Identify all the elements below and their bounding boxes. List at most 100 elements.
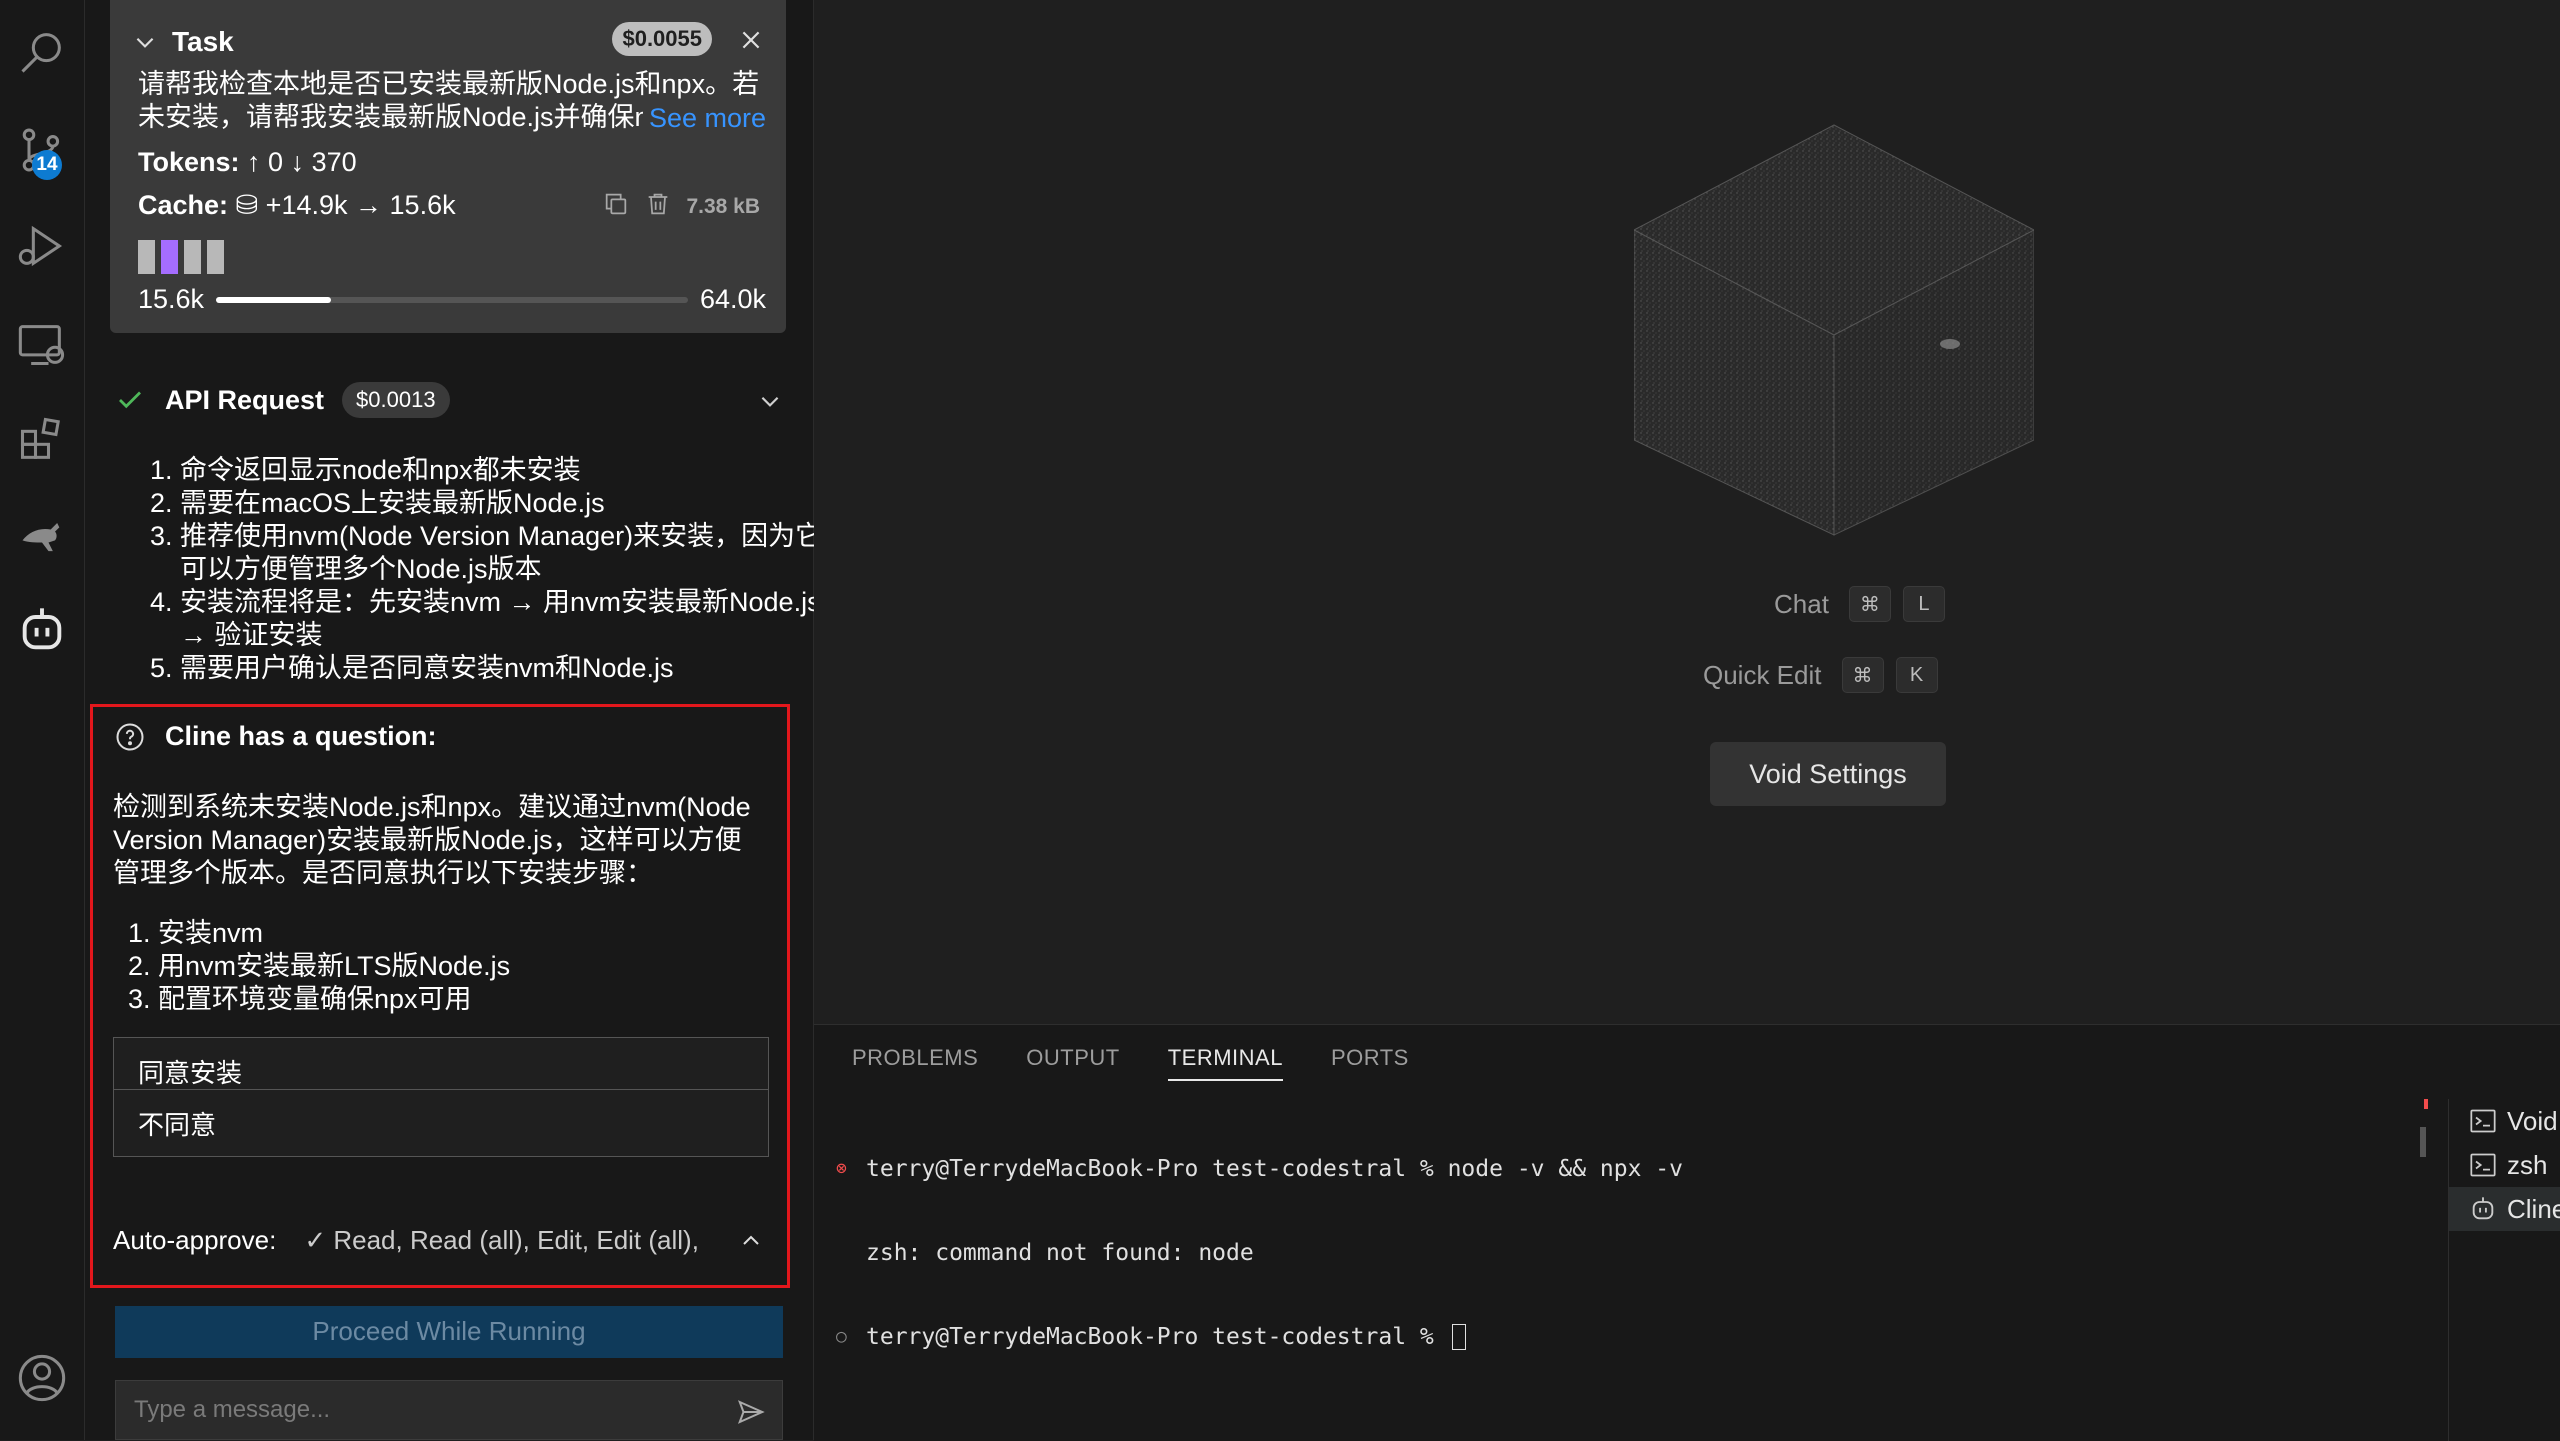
command-key-icon: ⌘ bbox=[1841, 657, 1884, 693]
context-block bbox=[207, 240, 224, 274]
cline-sidebar: Task $0.0055 请帮我检查本地是否已安装最新版Node.js和npx。… bbox=[85, 0, 822, 1440]
close-icon[interactable] bbox=[738, 24, 764, 61]
context-blocks bbox=[138, 240, 224, 274]
api-request-title: API Request bbox=[165, 384, 325, 415]
tokens-row: Tokens: ↑ 0 ↓ 370 bbox=[138, 147, 357, 178]
context-block bbox=[184, 240, 201, 274]
send-icon[interactable] bbox=[736, 1397, 766, 1434]
api-request-header[interactable]: API Request $0.0013 bbox=[115, 380, 783, 420]
terminal-scrollbar[interactable] bbox=[2418, 1099, 2428, 1439]
list-item: 配置环境变量确保npx可用 bbox=[158, 983, 798, 1016]
api-request-cost: $0.0013 bbox=[342, 382, 450, 418]
list-item: 安装流程将是：先安装nvm → 用nvm安装最新Node.js → 验证安装 bbox=[180, 586, 840, 652]
auto-approve-label: Auto-approve: bbox=[113, 1225, 277, 1255]
arrow-up-icon: ↑ bbox=[247, 147, 269, 177]
source-control-badge: 14 bbox=[32, 150, 62, 180]
disagree-option-button[interactable]: 不同意 bbox=[113, 1089, 769, 1157]
editor-welcome: Chat ⌘ L Quick Edit ⌘ K Void Settings bbox=[814, 0, 2560, 1024]
list-item: 需要用户确认是否同意安装nvm和Node.js bbox=[180, 652, 840, 685]
api-request-steps: 命令返回显示node和npx都未安装 需要在macOS上安装最新版Node.js… bbox=[115, 454, 840, 685]
activity-bar: 14 bbox=[0, 0, 85, 1440]
message-placeholder: Type a message... bbox=[134, 1396, 331, 1423]
terminal-item-label: zsh bbox=[2507, 1149, 2548, 1180]
context-block bbox=[161, 240, 178, 274]
task-header[interactable]: Task $0.0055 bbox=[132, 22, 764, 62]
terminal-item-label: Cline bbox=[2507, 1193, 2560, 1224]
quick-edit-shortcut: Quick Edit ⌘ K bbox=[1703, 657, 1938, 693]
list-item: 用nvm安装最新LTS版Node.js bbox=[158, 950, 798, 983]
chevron-down-icon[interactable] bbox=[757, 388, 783, 419]
task-size: 7.38 kB bbox=[686, 195, 760, 218]
terminal-item-zsh[interactable]: zsh bbox=[2449, 1143, 2560, 1187]
circle-icon: ○ bbox=[836, 1326, 847, 1347]
quick-edit-label: Quick Edit bbox=[1703, 659, 1822, 690]
trash-icon[interactable] bbox=[644, 190, 672, 224]
error-circle-icon: ⊗ bbox=[836, 1158, 847, 1179]
list-item: 需要在macOS上安装最新版Node.js bbox=[180, 487, 840, 520]
chevron-down-icon[interactable] bbox=[132, 29, 158, 55]
task-cost-badge: $0.0055 bbox=[612, 22, 712, 56]
bottom-panel: PROBLEMS OUTPUT TERMINAL PORTS ⊗ terry@Te… bbox=[814, 1024, 2560, 1441]
key-k: K bbox=[1895, 657, 1938, 693]
terminal-list: Void zsh Cline bbox=[2448, 1099, 2560, 1441]
question-body: 检测到系统未安装Node.js和npx。建议通过nvm(Node Version… bbox=[113, 792, 751, 888]
context-used: 15.6k bbox=[138, 284, 205, 314]
void-logo-cube bbox=[1634, 124, 2034, 536]
kangaroo-icon[interactable] bbox=[10, 504, 74, 568]
proceed-while-running-button[interactable]: Proceed While Running bbox=[115, 1306, 783, 1358]
terminal-line-text: zsh: command not found: node bbox=[866, 1240, 1254, 1266]
terminal-line-text: terry@TerrydeMacBook-Pro test-codestral … bbox=[866, 1156, 1683, 1182]
cache-label: Cache: bbox=[138, 190, 229, 220]
terminal-line: ○ terry@TerrydeMacBook-Pro test-codestral… bbox=[836, 1323, 1683, 1351]
context-window-row: 15.6k 64.0k bbox=[138, 284, 766, 315]
tab-terminal[interactable]: TERMINAL bbox=[1167, 1045, 1283, 1081]
tokens-out: 370 bbox=[311, 147, 357, 177]
question-panel: Cline has a question: 检测到系统未安装Node.js和np… bbox=[90, 704, 790, 1288]
auto-approve-row[interactable]: Auto-approve: ✓ Read, Read (all), Edit, … bbox=[113, 1225, 763, 1256]
void-settings-button[interactable]: Void Settings bbox=[1710, 742, 1946, 806]
extensions-icon[interactable] bbox=[10, 408, 74, 472]
run-debug-icon[interactable] bbox=[10, 214, 74, 278]
terminal-line-text: terry@TerrydeMacBook-Pro test-codestral … bbox=[866, 1324, 1448, 1350]
task-title: Task bbox=[172, 26, 234, 57]
list-item: 推荐使用nvm(Node Version Manager)来安装，因为它可以方便… bbox=[180, 520, 840, 586]
tokens-in: 0 bbox=[268, 147, 284, 177]
list-item: 安装nvm bbox=[158, 917, 798, 950]
cache-tools: 7.38 kB bbox=[602, 190, 760, 224]
context-max: 64.0k bbox=[699, 284, 766, 314]
cache-read: 15.6k bbox=[389, 190, 456, 220]
chat-label: Chat bbox=[1774, 588, 1829, 619]
tab-output[interactable]: OUTPUT bbox=[1026, 1045, 1119, 1081]
terminal-line: zsh: command not found: node bbox=[836, 1239, 1683, 1267]
context-progress-bar bbox=[216, 296, 688, 303]
message-input[interactable]: Type a message... bbox=[115, 1380, 783, 1440]
question-steps: 安装nvm 用nvm安装最新LTS版Node.js 配置环境变量确保npx可用 bbox=[113, 917, 798, 1016]
terminal-item-void[interactable]: Void bbox=[2449, 1099, 2560, 1143]
cache-write: +14.9k bbox=[265, 190, 348, 220]
terminal-item-label: Void bbox=[2507, 1105, 2558, 1136]
terminal-icon bbox=[2470, 1109, 2496, 1133]
context-block bbox=[138, 240, 155, 274]
question-icon bbox=[116, 723, 144, 750]
arrow-right-icon: → bbox=[355, 190, 390, 220]
key-l: L bbox=[1902, 586, 1945, 622]
account-icon[interactable] bbox=[10, 1346, 74, 1410]
terminal-item-cline[interactable]: Cline bbox=[2449, 1187, 2560, 1231]
terminal-output[interactable]: ⊗ terry@TerrydeMacBook-Pro test-codestral… bbox=[836, 1099, 1683, 1407]
arrow-down-icon: ↓ bbox=[290, 147, 312, 177]
cline-robot-icon bbox=[2472, 1197, 2494, 1220]
terminal-cursor bbox=[1451, 1324, 1466, 1350]
tab-problems[interactable]: PROBLEMS bbox=[852, 1045, 978, 1081]
command-key-icon: ⌘ bbox=[1848, 586, 1891, 622]
see-more-link[interactable]: See more bbox=[642, 103, 766, 134]
remote-explorer-icon[interactable] bbox=[10, 312, 74, 376]
search-icon[interactable] bbox=[10, 20, 74, 84]
tab-ports[interactable]: PORTS bbox=[1331, 1045, 1409, 1081]
cline-robot-icon[interactable] bbox=[10, 598, 74, 662]
cache-row: Cache: ⛁ +14.9k → 15.6k bbox=[138, 190, 456, 221]
question-header: Cline has a question: bbox=[115, 721, 437, 752]
chevron-up-icon[interactable] bbox=[739, 1229, 763, 1260]
task-card: Task $0.0055 请帮我检查本地是否已安装最新版Node.js和npx。… bbox=[110, 0, 786, 333]
copy-icon[interactable] bbox=[602, 190, 630, 224]
check-icon bbox=[119, 391, 141, 409]
